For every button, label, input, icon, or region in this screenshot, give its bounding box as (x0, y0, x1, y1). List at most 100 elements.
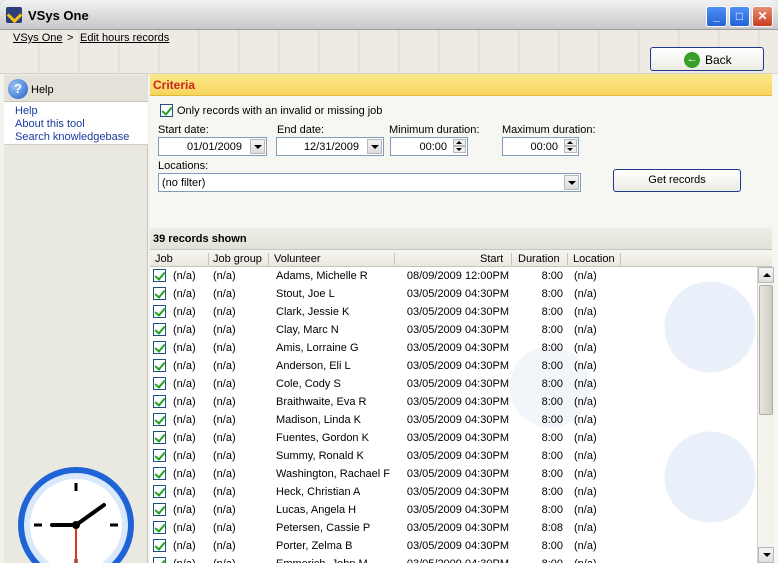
cell-job-group: (n/a) (213, 360, 236, 372)
cell-job-group: (n/a) (213, 378, 236, 390)
scroll-down-icon[interactable] (758, 547, 774, 563)
table-row[interactable]: (n/a) (n/a) Summy, Ronald K 03/05/2009 04:3… (150, 447, 757, 465)
end-date-value: 12/31/2009 (303, 141, 359, 153)
row-checkbox[interactable] (153, 503, 166, 516)
start-date-picker[interactable]: 01/01/2009 (158, 137, 267, 156)
table-row[interactable]: (n/a) (n/a) Adams, Michelle R 08/09/2009 12… (150, 267, 757, 285)
about-link[interactable]: About this tool (15, 118, 85, 130)
table-row[interactable]: (n/a) (n/a) Clark, Jessie K 03/05/2009 04:3… (150, 303, 757, 321)
cell-location: (n/a) (574, 504, 597, 516)
cell-job-group: (n/a) (213, 342, 236, 354)
cell-duration: 8:00 (541, 378, 563, 390)
table-row[interactable]: (n/a) (n/a) Porter, Zelma B 03/05/2009 04:3… (150, 537, 757, 555)
cell-start: 03/05/2009 04:30PM (406, 522, 509, 534)
cell-job: (n/a) (173, 324, 196, 336)
cell-duration: 8:00 (541, 540, 563, 552)
table-row[interactable]: (n/a) (n/a) Petersen, Cassie P 03/05/2009 0… (150, 519, 757, 537)
row-checkbox[interactable] (153, 557, 166, 563)
table-row[interactable]: (n/a) (n/a) Emmerich, John M 03/05/2009 04:… (150, 555, 757, 563)
row-checkbox[interactable] (153, 305, 166, 318)
cell-duration: 8:00 (541, 342, 563, 354)
cell-job: (n/a) (173, 450, 196, 462)
minimize-button[interactable]: _ (706, 6, 727, 27)
row-checkbox[interactable] (153, 467, 166, 480)
locations-value: (no filter) (162, 177, 206, 189)
row-checkbox[interactable] (153, 449, 166, 462)
row-checkbox[interactable] (153, 323, 166, 336)
back-button[interactable]: ← Back (650, 47, 764, 71)
column-header-location[interactable]: Location (573, 253, 615, 265)
table-row[interactable]: (n/a) (n/a) Heck, Christian A 03/05/2009 04… (150, 483, 757, 501)
cell-location: (n/a) (574, 414, 597, 426)
row-checkbox[interactable] (153, 431, 166, 444)
table-header: Job Job group Volunteer Start Duration L… (150, 251, 772, 267)
cell-start: 03/05/2009 04:30PM (405, 558, 509, 563)
cell-location: (n/a) (574, 270, 597, 282)
cell-job: (n/a) (173, 432, 196, 444)
column-header-job-group[interactable]: Job group (213, 253, 262, 265)
cell-job: (n/a) (173, 414, 196, 426)
cell-volunteer: Clark, Jessie K (276, 306, 350, 318)
cell-start: 03/05/2009 04:30PM (406, 468, 509, 480)
row-checkbox[interactable] (153, 359, 166, 372)
table-row[interactable]: (n/a) (n/a) Amis, Lorraine G 03/05/2009 04:… (150, 339, 757, 357)
cell-duration: 8:00 (541, 450, 563, 462)
chevron-down-icon[interactable] (250, 139, 265, 154)
row-checkbox[interactable] (153, 521, 166, 534)
scroll-up-icon[interactable] (758, 267, 774, 283)
table-row[interactable]: (n/a) (n/a) Lucas, Angela H 03/05/2009 04:3… (150, 501, 757, 519)
max-duration-stepper[interactable]: 00:00 (502, 137, 579, 156)
cell-location: (n/a) (574, 486, 597, 498)
table-row[interactable]: (n/a) (n/a) Braithwaite, Eva R 03/05/2009 0… (150, 393, 757, 411)
close-button[interactable]: ✕ (752, 6, 773, 27)
scroll-thumb[interactable] (759, 285, 773, 415)
table-row[interactable]: (n/a) (n/a) Anderson, Eli L 03/05/2009 04:3… (150, 357, 757, 375)
search-knowledgebase-link[interactable]: Search knowledgebase (15, 131, 129, 143)
criteria-title: Criteria (153, 78, 196, 92)
locations-dropdown[interactable]: (no filter) (158, 173, 581, 192)
cell-volunteer: Stout, Joe L (276, 288, 335, 300)
cell-duration: 8:00 (541, 288, 563, 300)
row-checkbox[interactable] (153, 413, 166, 426)
end-date-picker[interactable]: 12/31/2009 (276, 137, 384, 156)
row-checkbox[interactable] (153, 287, 166, 300)
row-checkbox[interactable] (153, 377, 166, 390)
get-records-button[interactable]: Get records (613, 169, 741, 192)
chevron-down-icon[interactable] (367, 139, 382, 154)
cell-location: (n/a) (574, 558, 597, 563)
breadcrumb-home-link[interactable]: VSys One (13, 32, 63, 44)
vertical-scrollbar[interactable] (757, 267, 774, 563)
spinner-icon[interactable] (564, 139, 577, 154)
table-row[interactable]: (n/a) (n/a) Clay, Marc N 03/05/2009 04:30PM… (150, 321, 757, 339)
maximize-button[interactable]: □ (729, 6, 750, 27)
table-row[interactable]: (n/a) (n/a) Washington, Rachael F 03/05/200… (150, 465, 757, 483)
table-row[interactable]: (n/a) (n/a) Stout, Joe L 03/05/2009 04:30PM… (150, 285, 757, 303)
client-area: VSys One > Edit hours records ← Back ? H… (0, 30, 778, 563)
cell-location: (n/a) (574, 468, 597, 480)
column-header-duration[interactable]: Duration (518, 253, 560, 265)
start-date-value: 01/01/2009 (186, 141, 242, 153)
end-date-label: End date: (277, 124, 325, 136)
min-duration-stepper[interactable]: 00:00 (390, 137, 468, 156)
column-header-job[interactable]: Job (155, 253, 173, 265)
table-row[interactable]: (n/a) (n/a) Cole, Cody S 03/05/2009 04:30PM… (150, 375, 757, 393)
cell-volunteer: Braithwaite, Eva R (276, 396, 367, 408)
table-row[interactable]: (n/a) (n/a) Fuentes, Gordon K 03/05/2009 04… (150, 429, 757, 447)
column-header-start[interactable]: Start (480, 253, 503, 265)
row-checkbox[interactable] (153, 539, 166, 552)
table-row[interactable]: (n/a) (n/a) Madison, Linda K 03/05/2009 04:… (150, 411, 757, 429)
row-checkbox[interactable] (153, 395, 166, 408)
row-checkbox[interactable] (153, 485, 166, 498)
cell-duration: 8:00 (541, 414, 563, 426)
spinner-icon[interactable] (453, 139, 466, 154)
cell-location: (n/a) (574, 360, 597, 372)
row-checkbox[interactable] (153, 341, 166, 354)
chevron-down-icon[interactable] (564, 175, 579, 190)
column-header-volunteer[interactable]: Volunteer (274, 253, 320, 265)
cell-location: (n/a) (574, 396, 597, 408)
help-link[interactable]: Help (15, 105, 38, 117)
row-checkbox[interactable] (153, 269, 166, 282)
cell-volunteer: Lucas, Angela H (276, 504, 357, 516)
only-invalid-checkbox[interactable] (160, 104, 173, 117)
breadcrumb-current-link[interactable]: Edit hours records (80, 32, 169, 44)
